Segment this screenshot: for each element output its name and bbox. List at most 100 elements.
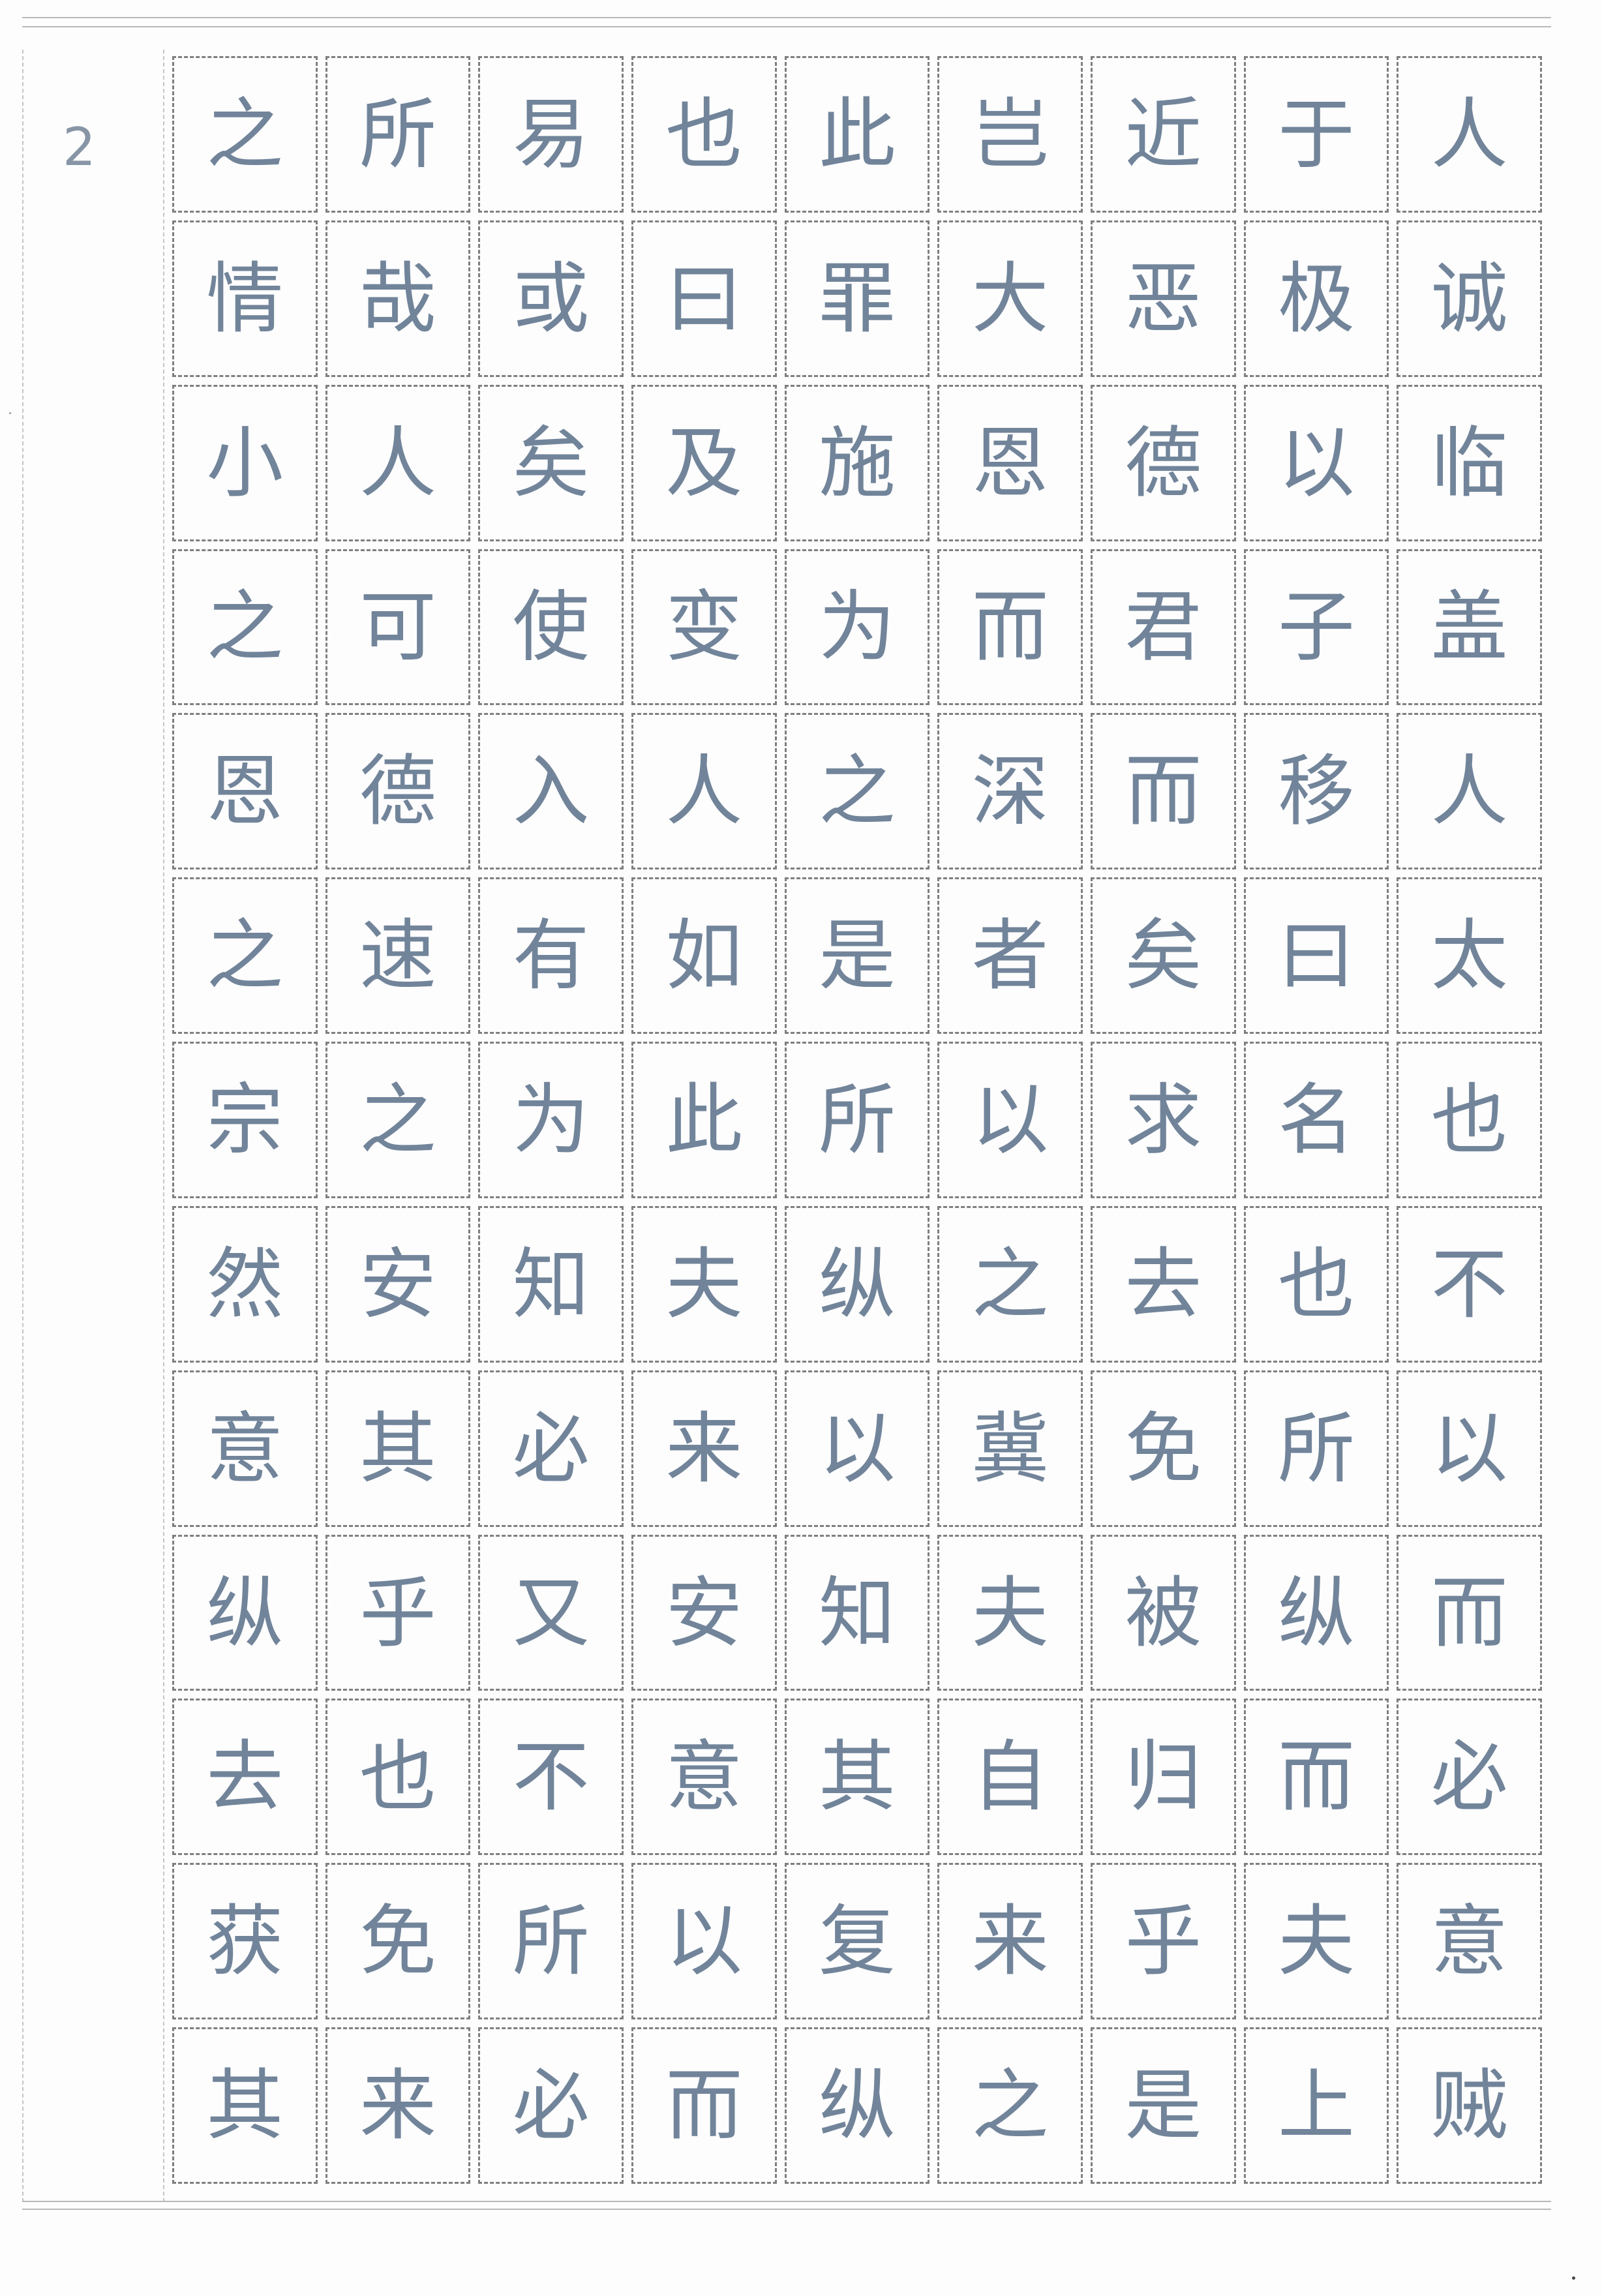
grid-cell: 而 — [1243, 1699, 1389, 1856]
grid-cell: 易 — [478, 56, 624, 213]
grid-cell: 所 — [1243, 1370, 1389, 1527]
grid-cell: 意 — [631, 1699, 777, 1856]
grid-cell: 是 — [1091, 2027, 1236, 2184]
grid-cell: 之 — [937, 1205, 1083, 1363]
top-rule — [22, 17, 1551, 18]
handwritten-character: 如 — [665, 911, 743, 1001]
handwritten-character: 夫 — [1277, 1896, 1355, 1987]
handwritten-character: 复 — [818, 1896, 896, 1987]
handwritten-character: 以 — [665, 1896, 743, 1987]
handwritten-character: 施 — [818, 417, 896, 508]
handwritten-character: 及 — [665, 417, 743, 508]
handwritten-character: 乎 — [1125, 1896, 1202, 1987]
handwritten-character: 来 — [971, 1896, 1049, 1987]
grid-cell: 也 — [1243, 1205, 1389, 1363]
handwritten-character: 安 — [359, 1239, 436, 1329]
grid-cell: 近 — [1091, 56, 1236, 213]
grid-cell: 深 — [937, 713, 1083, 870]
grid-cell: 之 — [172, 56, 318, 213]
grid-cell: 必 — [478, 2027, 624, 2184]
grid-cell: 自 — [937, 1699, 1083, 1856]
handwritten-character: 之 — [206, 911, 284, 1001]
handwritten-character: 之 — [359, 1074, 436, 1165]
handwritten-character: 宗 — [206, 1074, 284, 1165]
grid-cell: 而 — [1091, 713, 1236, 870]
grid-cell: 也 — [1397, 1042, 1542, 1198]
grid-cell: 或 — [478, 220, 624, 377]
handwritten-character: 罪 — [818, 253, 896, 344]
handwritten-character: 是 — [818, 911, 896, 1001]
grid-cell: 夫 — [937, 1534, 1083, 1691]
grid-cell: 以 — [1397, 1370, 1542, 1527]
handwritten-character: 乎 — [359, 1567, 436, 1658]
grid-cell: 乎 — [325, 1534, 471, 1691]
handwritten-character: 纵 — [1277, 1567, 1355, 1658]
handwritten-character: 之 — [818, 746, 896, 837]
handwritten-character: 冀 — [971, 1403, 1049, 1494]
handwritten-character: 被 — [1125, 1567, 1202, 1658]
grid-cell: 不 — [1397, 1205, 1542, 1363]
bottom-rule-inner — [22, 2209, 1551, 2210]
handwritten-character: 入 — [512, 746, 590, 837]
grid-cell: 速 — [325, 877, 471, 1035]
handwritten-character: 而 — [1430, 1567, 1508, 1658]
grid-cell: 移 — [1243, 713, 1389, 870]
handwritten-character: 此 — [665, 1074, 743, 1165]
grid-cell: 入 — [478, 713, 624, 870]
handwritten-character: 求 — [1125, 1074, 1202, 1165]
grid-cell: 以 — [1243, 384, 1389, 541]
grid-cell: 来 — [937, 1863, 1083, 2020]
handwritten-character: 极 — [1277, 253, 1355, 344]
handwritten-character: 所 — [818, 1074, 896, 1165]
grid-cell: 之 — [172, 549, 318, 706]
grid-cell: 以 — [784, 1370, 930, 1527]
grid-cell: 如 — [631, 877, 777, 1035]
handwritten-character: 人 — [665, 746, 743, 837]
handwritten-character: 知 — [512, 1239, 590, 1329]
grid-cell: 知 — [784, 1534, 930, 1691]
grid-cell: 临 — [1397, 384, 1542, 541]
handwritten-character: 又 — [512, 1567, 590, 1658]
grid-cell: 为 — [478, 1042, 624, 1198]
grid-cell: 人 — [631, 713, 777, 870]
handwritten-character: 而 — [971, 582, 1049, 672]
grid-cell: 以 — [631, 1863, 777, 2020]
grid-cell: 而 — [1397, 1534, 1542, 1691]
handwritten-character: 纵 — [818, 2061, 896, 2151]
grid-cell: 知 — [478, 1205, 624, 1363]
handwritten-character: 或 — [512, 253, 590, 344]
handwritten-character: 变 — [665, 582, 743, 672]
grid-cell: 盖 — [1397, 549, 1542, 706]
handwritten-character: 必 — [512, 1403, 590, 1494]
handwritten-character: 情 — [206, 253, 284, 344]
handwritten-character: 之 — [206, 89, 284, 179]
handwritten-character: 免 — [1125, 1403, 1202, 1494]
handwritten-character: 上 — [1277, 2061, 1355, 2151]
handwritten-character: 大 — [971, 253, 1049, 344]
handwritten-character: 而 — [1277, 1732, 1355, 1822]
grid-cell: 夫 — [1243, 1863, 1389, 2020]
handwritten-character: 之 — [206, 582, 284, 672]
grid-cell: 变 — [631, 549, 777, 706]
grid-cell: 之 — [784, 713, 930, 870]
grid-cell: 有 — [478, 877, 624, 1035]
handwritten-character: 去 — [206, 1732, 284, 1822]
handwritten-character: 德 — [359, 746, 436, 837]
grid-cell: 哉 — [325, 220, 471, 377]
grid-cell: 恶 — [1091, 220, 1236, 377]
grid-cell: 纵 — [1243, 1534, 1389, 1691]
grid-cell: 纵 — [172, 1534, 318, 1691]
grid-cell: 矣 — [1091, 877, 1236, 1035]
grid-cell: 诚 — [1397, 220, 1542, 377]
grid-cell: 小 — [172, 384, 318, 541]
grid-cell: 大 — [937, 220, 1083, 377]
handwritten-character: 是 — [1125, 2061, 1202, 2151]
handwritten-character: 之 — [971, 1239, 1049, 1329]
handwritten-character: 为 — [512, 1074, 590, 1165]
handwritten-character: 获 — [206, 1896, 284, 1987]
grid-cell: 也 — [631, 56, 777, 213]
handwritten-character: 也 — [665, 89, 743, 179]
grid-cell: 纵 — [784, 1205, 930, 1363]
handwritten-character: 君 — [1125, 582, 1202, 672]
grid-cell: 是 — [784, 877, 930, 1035]
